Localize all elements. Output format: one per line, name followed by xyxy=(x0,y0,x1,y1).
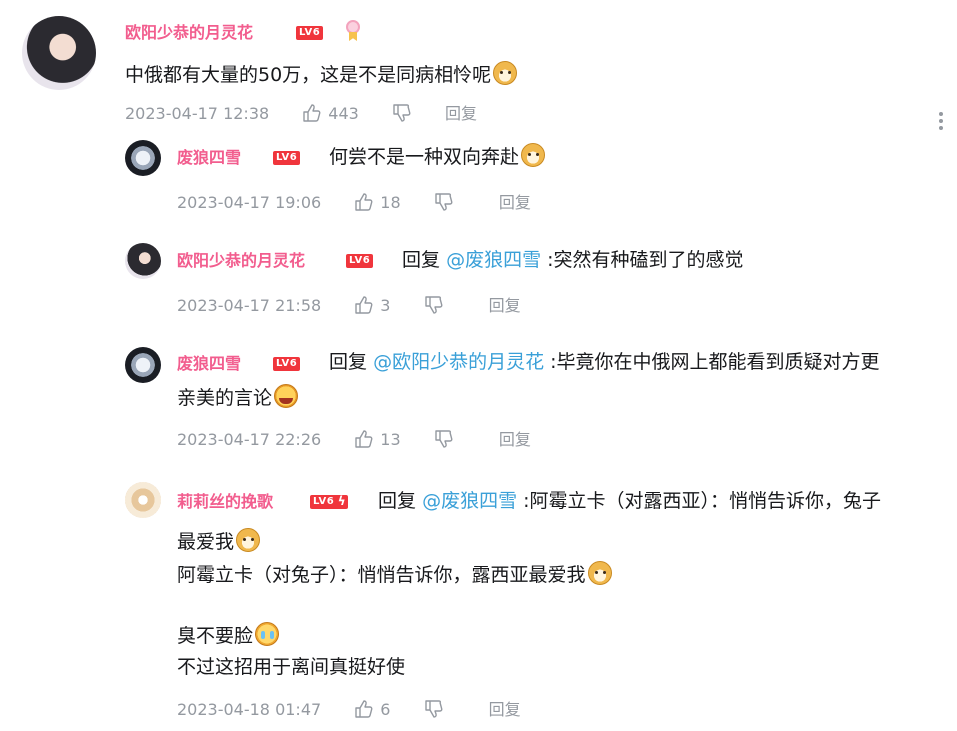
like-button[interactable]: 13 xyxy=(354,429,401,451)
mention-link[interactable]: @废狼四雪 xyxy=(446,249,541,271)
dislike-button[interactable] xyxy=(392,103,412,125)
reply-button[interactable]: 回复 xyxy=(445,103,477,125)
laugh-emoji xyxy=(274,384,299,408)
like-count: 443 xyxy=(328,104,359,123)
medal-icon xyxy=(344,20,362,42)
reply-text-content: 何尝不是一种双向奔赴 xyxy=(329,146,520,168)
reply-word: 回复 xyxy=(402,249,441,271)
reply-text-content: 阿霉立卡（对兔子）：悄悄告诉你，露西亚最爱我 xyxy=(177,564,586,586)
thumbs-up-icon xyxy=(355,430,373,448)
reply-avatar[interactable] xyxy=(125,347,161,383)
level-badge: LV6 xyxy=(296,26,324,40)
reply-text-line5: 不过这招用于离间真挺好使 xyxy=(177,652,405,683)
avatar[interactable] xyxy=(22,16,96,90)
comment-text: 中俄都有大量的50万，这是不是同病相怜呢 xyxy=(125,60,518,91)
reply-username[interactable]: 欧阳少恭的月灵花 xyxy=(177,250,305,272)
timestamp: 2023-04-17 19:06 xyxy=(177,193,322,212)
mention-link[interactable]: @欧阳少恭的月灵花 xyxy=(373,351,544,373)
reply-text-content: :毕竟你在中俄网上都能看到质疑对方更 xyxy=(550,351,880,373)
like-count: 13 xyxy=(380,430,401,449)
thumbs-down-icon xyxy=(393,104,411,122)
reply-text: 回复 @废狼四雪 :突然有种磕到了的感觉 xyxy=(402,245,744,276)
more-vertical-icon[interactable] xyxy=(933,110,949,134)
dislike-button[interactable] xyxy=(424,699,444,721)
thumbs-down-icon xyxy=(435,193,453,211)
reply-username[interactable]: 莉莉丝的挽歌 xyxy=(177,491,273,513)
comment-meta: 2023-04-17 12:38 443 回复 xyxy=(125,103,477,125)
like-button[interactable]: 18 xyxy=(354,192,401,214)
thumbs-down-icon xyxy=(424,700,443,718)
level-badge: LV6 xyxy=(346,254,374,268)
reply-text-content: :阿霉立卡（对露西亚）：悄悄告诉你，兔子 xyxy=(523,490,882,512)
like-count: 18 xyxy=(380,193,401,212)
reply-button[interactable]: 回复 xyxy=(499,429,531,451)
reply-text: 回复 @废狼四雪 :阿霉立卡（对露西亚）：悄悄告诉你，兔子 xyxy=(378,486,881,517)
reply-word: 回复 xyxy=(378,490,417,512)
reply-text-line2: 最爱我 xyxy=(177,527,261,558)
like-button[interactable]: 443 xyxy=(302,103,359,125)
timestamp: 2023-04-17 21:58 xyxy=(177,296,322,315)
level-badge: LV6 xyxy=(273,151,301,165)
reply-word: 回复 xyxy=(329,351,368,373)
doge-emoji xyxy=(493,61,518,85)
reply-text-content: 不过这招用于离间真挺好使 xyxy=(177,656,406,678)
reply-text-content: 最爱我 xyxy=(177,531,235,553)
reply-meta: 2023-04-17 19:06 18 回复 xyxy=(177,192,531,214)
reply-meta: 2023-04-17 22:26 13 回复 xyxy=(177,429,531,451)
reply-text: 回复 @欧阳少恭的月灵花 :毕竟你在中俄网上都能看到质疑对方更 xyxy=(329,347,880,378)
reply-button[interactable]: 回复 xyxy=(489,295,521,317)
like-button[interactable]: 6 xyxy=(354,699,390,721)
reply-username[interactable]: 废狼四雪 xyxy=(177,353,241,375)
thumbs-down-icon xyxy=(424,296,443,314)
like-count: 6 xyxy=(380,700,391,719)
level-badge: LV6 xyxy=(273,357,301,371)
reply-avatar[interactable] xyxy=(125,140,161,176)
doge-emoji xyxy=(587,561,612,585)
timestamp: 2023-04-18 01:47 xyxy=(177,700,322,719)
reply-text-line4: 臭不要脸 xyxy=(177,621,280,652)
reply-text-line3: 阿霉立卡（对兔子）：悄悄告诉你，露西亚最爱我 xyxy=(177,560,612,591)
thumbs-up-icon xyxy=(355,296,373,314)
dislike-button[interactable] xyxy=(434,429,454,451)
like-count: 3 xyxy=(380,296,391,315)
thumbs-up-icon xyxy=(303,104,321,122)
timestamp: 2023-04-17 12:38 xyxy=(125,104,270,123)
reply-text: 何尝不是一种双向奔赴 xyxy=(329,142,546,173)
thumbs-down-icon xyxy=(435,430,453,448)
comment-text-content: 中俄都有大量的50万，这是不是同病相怜呢 xyxy=(125,64,492,86)
thumbs-up-icon xyxy=(355,193,373,211)
doge-emoji xyxy=(521,143,546,167)
reply-text-content: 亲美的言论 xyxy=(177,387,273,409)
reply-avatar[interactable] xyxy=(125,243,161,279)
reply-username[interactable]: 废狼四雪 xyxy=(177,147,241,169)
username[interactable]: 欧阳少恭的月灵花 xyxy=(125,22,253,44)
reply-avatar[interactable] xyxy=(125,482,161,518)
reply-text-content: 臭不要脸 xyxy=(177,625,254,647)
dislike-button[interactable] xyxy=(434,192,454,214)
reply-meta: 2023-04-17 21:58 3 回复 xyxy=(177,295,521,317)
reply-meta: 2023-04-18 01:47 6 回复 xyxy=(177,699,521,721)
doge-emoji xyxy=(236,528,261,552)
reply-button[interactable]: 回复 xyxy=(489,699,521,721)
reply-text-line2: 亲美的言论 xyxy=(177,383,299,414)
dislike-button[interactable] xyxy=(424,295,444,317)
reply-text-content: :突然有种磕到了的感觉 xyxy=(547,249,744,271)
mention-link[interactable]: @废狼四雪 xyxy=(422,490,517,512)
level-badge: LV6 xyxy=(310,494,349,509)
thumbs-up-icon xyxy=(355,700,373,718)
reply-button[interactable]: 回复 xyxy=(499,192,531,214)
like-button[interactable]: 3 xyxy=(354,295,390,317)
timestamp: 2023-04-17 22:26 xyxy=(177,430,322,449)
cry-emoji xyxy=(255,622,280,646)
